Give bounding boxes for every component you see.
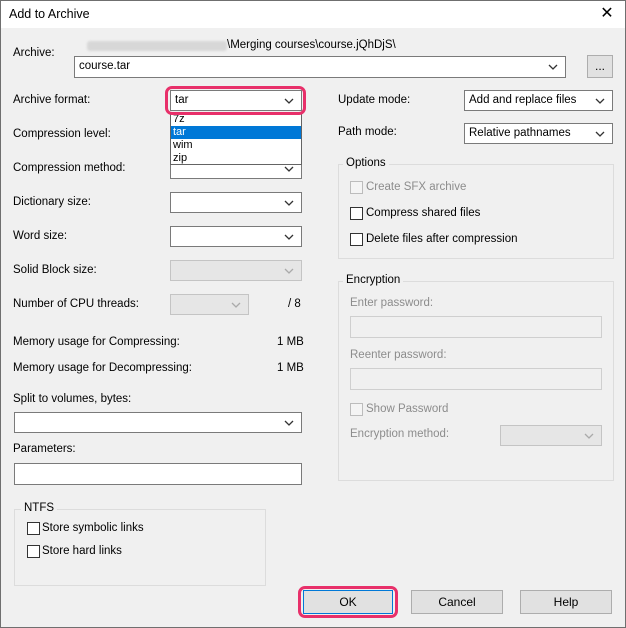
path-mode-value: Relative pathnames xyxy=(469,127,571,139)
store-symlinks-label: Store symbolic links xyxy=(42,522,144,534)
memory-decompress-label: Memory usage for Decompressing: xyxy=(13,362,192,374)
chevron-down-icon[interactable] xyxy=(583,431,595,441)
create-sfx-label: Create SFX archive xyxy=(366,181,467,193)
archive-name-combo[interactable]: course.tar xyxy=(74,56,566,78)
delete-after-label: Delete files after compression xyxy=(366,233,518,245)
archive-format-highlight xyxy=(165,86,306,115)
path-mode-label: Path mode: xyxy=(338,126,397,138)
reenter-password-input[interactable] xyxy=(350,368,602,390)
browse-button[interactable]: ... xyxy=(587,55,613,78)
delete-after-checkbox[interactable] xyxy=(350,233,363,246)
update-mode-label: Update mode: xyxy=(338,94,411,106)
window-title: Add to Archive xyxy=(9,7,90,21)
memory-compress-label: Memory usage for Compressing: xyxy=(13,336,180,348)
store-hardlinks-label: Store hard links xyxy=(42,545,122,557)
cancel-button[interactable]: Cancel xyxy=(411,590,503,614)
chevron-down-icon[interactable] xyxy=(230,300,242,310)
path-mode-select[interactable]: Relative pathnames xyxy=(464,123,613,144)
parameters-label: Parameters: xyxy=(13,443,76,455)
cpu-threads-total: / 8 xyxy=(288,298,301,310)
split-volumes-combo[interactable] xyxy=(14,412,302,433)
chevron-down-icon[interactable] xyxy=(594,96,606,106)
memory-compress-value: 1 MB xyxy=(277,336,304,348)
ntfs-title: NTFS xyxy=(21,502,58,514)
archive-format-dropdown-list: 7z tar wim zip xyxy=(170,112,302,165)
compress-shared-label: Compress shared files xyxy=(366,207,481,219)
compress-shared-checkbox[interactable] xyxy=(350,207,363,220)
memory-decompress-value: 1 MB xyxy=(277,362,304,374)
ok-button-highlight xyxy=(298,586,398,618)
chevron-down-icon[interactable] xyxy=(283,232,295,242)
solid-block-size-label: Solid Block size: xyxy=(13,264,97,276)
archive-name-value: course.tar xyxy=(79,60,131,72)
show-password-label: Show Password xyxy=(366,403,449,415)
dictionary-size-label: Dictionary size: xyxy=(13,196,91,208)
format-option-zip[interactable]: zip xyxy=(171,152,301,165)
enter-password-label: Enter password: xyxy=(350,297,434,309)
redacted-path xyxy=(87,41,227,51)
archive-path-suffix: \Merging courses\course.jQhDjS\ xyxy=(227,39,396,51)
archive-format-label: Archive format: xyxy=(13,94,91,106)
enter-password-input[interactable] xyxy=(350,316,602,338)
dictionary-size-select[interactable] xyxy=(170,192,302,213)
reenter-password-label: Reenter password: xyxy=(350,349,447,361)
word-size-select[interactable] xyxy=(170,226,302,247)
create-sfx-checkbox[interactable] xyxy=(350,181,363,194)
encryption-method-label: Encryption method: xyxy=(350,428,450,440)
options-title: Options xyxy=(343,157,389,169)
word-size-label: Word size: xyxy=(13,230,68,242)
format-option-tar[interactable]: tar xyxy=(171,126,301,139)
cpu-threads-select[interactable] xyxy=(170,294,249,315)
chevron-down-icon[interactable] xyxy=(547,62,559,72)
store-symlinks-checkbox[interactable] xyxy=(27,522,40,535)
archive-label: Archive: xyxy=(13,47,55,59)
split-volumes-label: Split to volumes, bytes: xyxy=(13,393,132,405)
format-option-wim[interactable]: wim xyxy=(171,139,301,152)
chevron-down-icon[interactable] xyxy=(283,198,295,208)
update-mode-value: Add and replace files xyxy=(469,94,577,106)
chevron-down-icon[interactable] xyxy=(594,129,606,139)
add-to-archive-dialog: Add to Archive ✕ Archive: \Merging cours… xyxy=(0,0,626,628)
title-bar: Add to Archive ✕ xyxy=(1,1,625,28)
store-hardlinks-checkbox[interactable] xyxy=(27,545,40,558)
show-password-checkbox[interactable] xyxy=(350,403,363,416)
chevron-down-icon[interactable] xyxy=(283,418,295,428)
compression-level-label: Compression level: xyxy=(13,128,111,140)
help-button[interactable]: Help xyxy=(520,590,612,614)
close-icon[interactable]: ✕ xyxy=(597,4,617,24)
encryption-method-select[interactable] xyxy=(500,425,602,446)
solid-block-size-select[interactable] xyxy=(170,260,302,281)
cpu-threads-label: Number of CPU threads: xyxy=(13,298,139,310)
encryption-title: Encryption xyxy=(343,274,404,286)
chevron-down-icon[interactable] xyxy=(283,266,295,276)
chevron-down-icon[interactable] xyxy=(283,164,295,174)
compression-method-label: Compression method: xyxy=(13,162,126,174)
update-mode-select[interactable]: Add and replace files xyxy=(464,90,613,111)
parameters-input[interactable] xyxy=(14,463,302,485)
